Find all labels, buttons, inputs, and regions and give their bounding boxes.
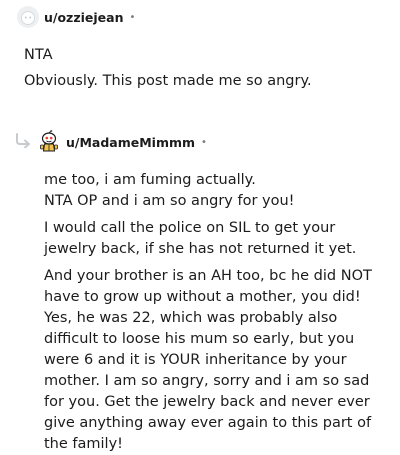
comment-header: u/ozziejean • <box>17 6 135 28</box>
snoo-avatar-icon[interactable] <box>37 130 61 154</box>
comment-paragraph: NTA <box>24 47 53 63</box>
user-avatar-icon[interactable] <box>17 6 39 28</box>
comment-paragraph: me too, i am fuming actually. <box>44 172 256 188</box>
meta-separator: • <box>201 136 207 148</box>
meta-separator: • <box>129 11 136 23</box>
comment-body: me too, i am fuming actually. NTA OP and… <box>44 170 389 455</box>
username-link[interactable]: u/MadameMimmm <box>66 135 195 150</box>
reply-arrow-icon <box>15 132 33 152</box>
comment-paragraph: Obviously. This post made me so angry. <box>24 73 312 89</box>
comment-header: u/MadameMimmm • <box>37 130 207 154</box>
comment-paragraph: NTA OP and i am so angry for you! <box>44 193 295 209</box>
comment-paragraph: I would call the police on SIL to get yo… <box>44 220 357 257</box>
comment-body: NTA Obviously. This post made me so angr… <box>24 45 384 92</box>
username-link[interactable]: u/ozziejean <box>44 10 123 25</box>
comment-paragraph: And your brother is an AH too, bc he did… <box>44 268 372 452</box>
